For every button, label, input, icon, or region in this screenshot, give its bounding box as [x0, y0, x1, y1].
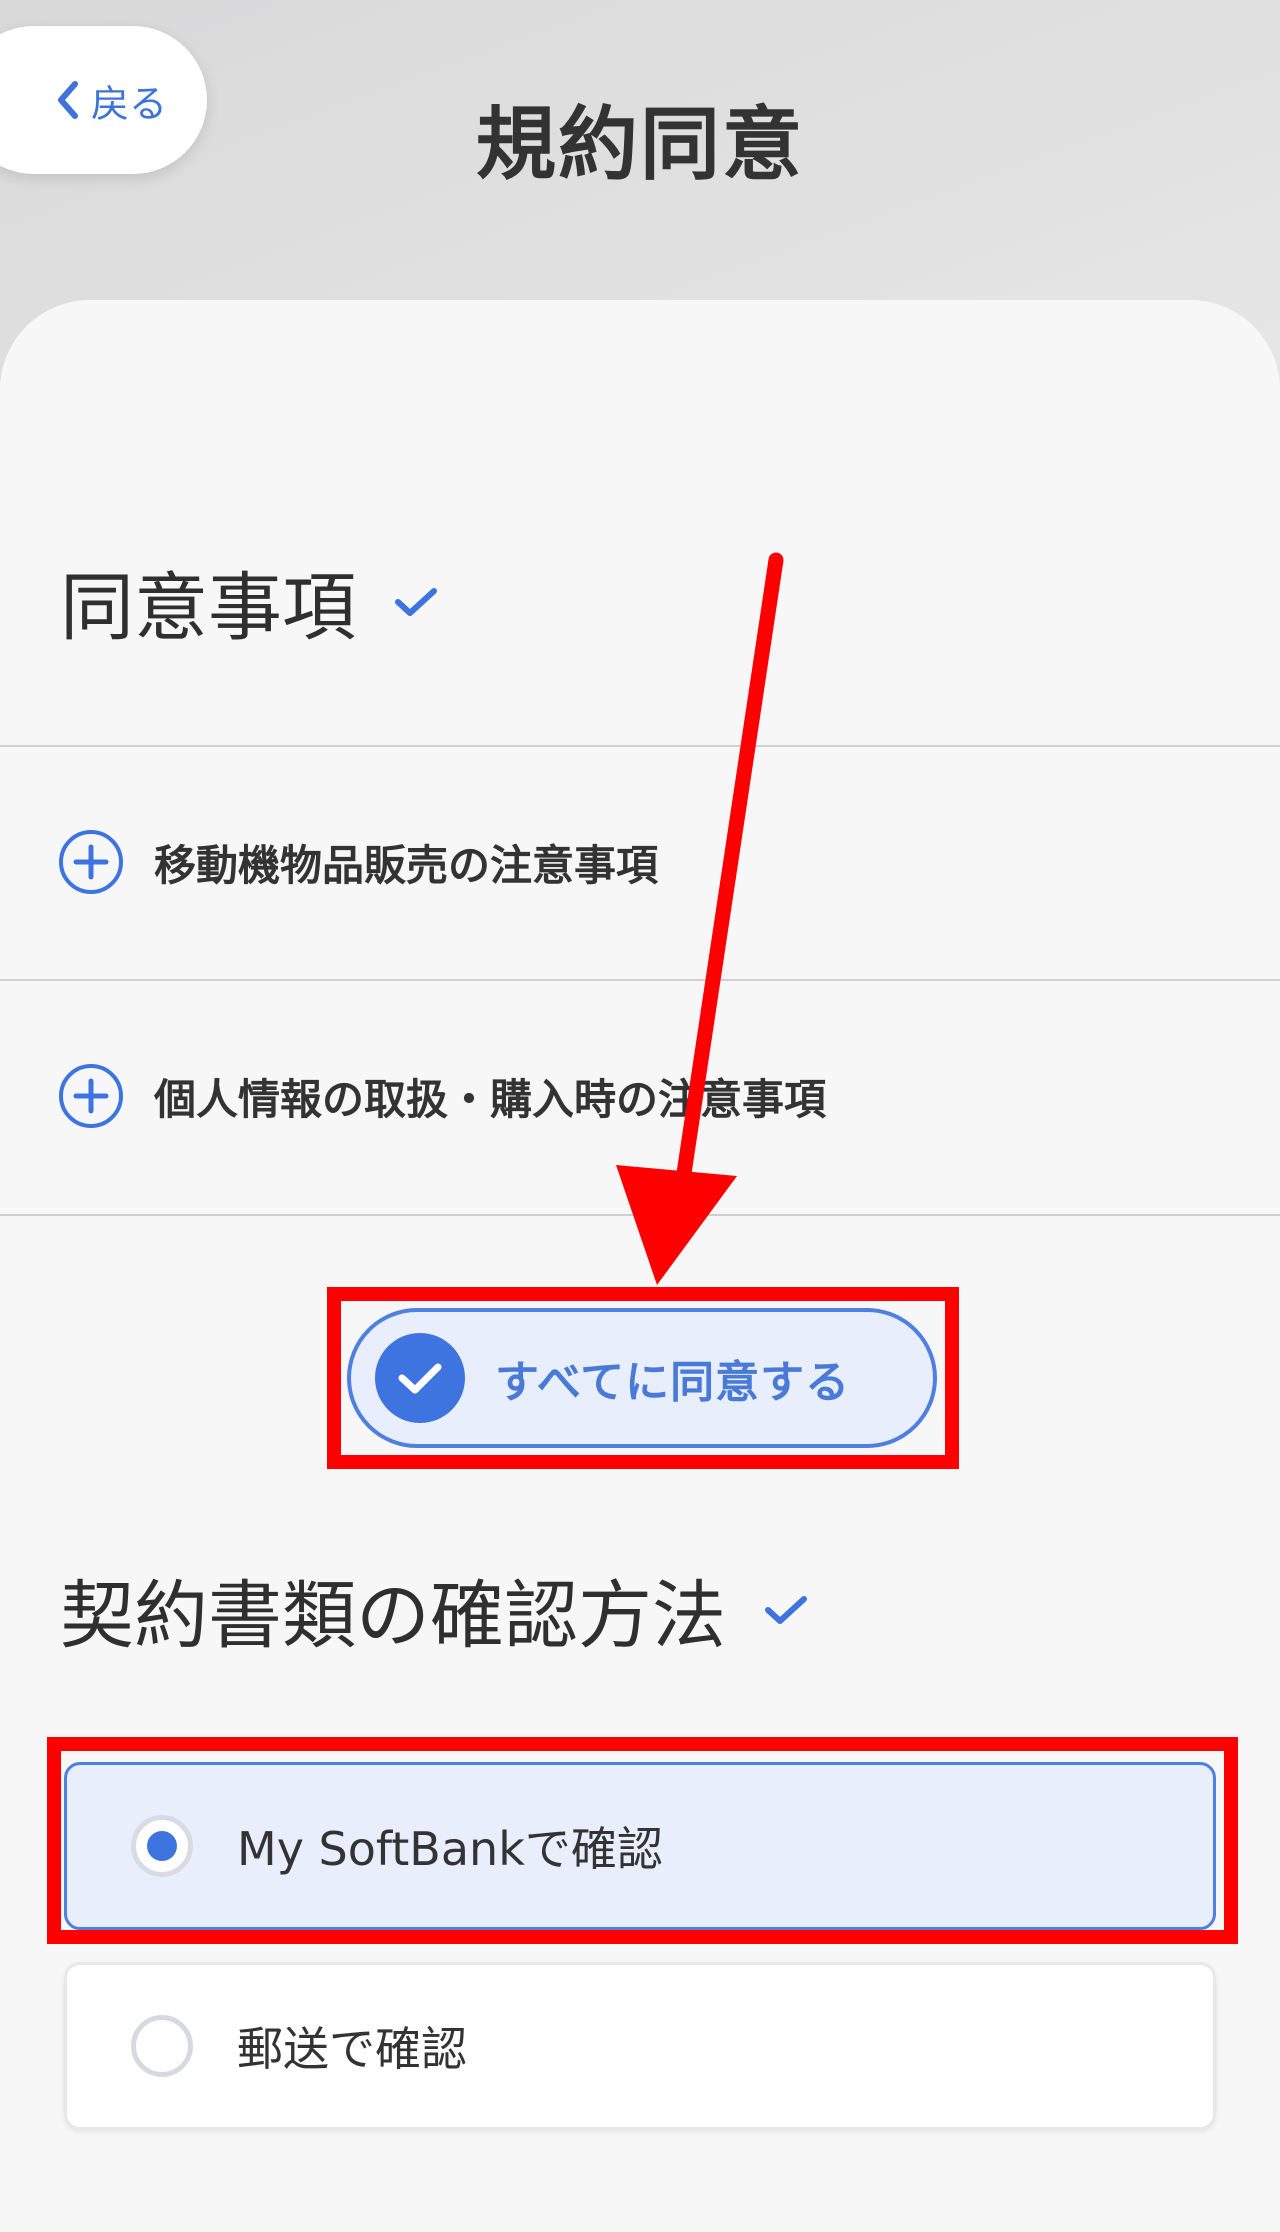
accordion-item-privacy[interactable]: 個人情報の取扱・購入時の注意事項: [58, 1063, 826, 1129]
documents-title-label: 契約書類の確認方法: [60, 1573, 726, 1659]
option-label: 郵送で確認: [237, 2022, 467, 2076]
option-mail[interactable]: 郵送で確認: [64, 1962, 1216, 2130]
radio-icon[interactable]: [131, 2015, 193, 2077]
divider: [0, 979, 1280, 981]
divider: [0, 1214, 1280, 1216]
plus-circle-icon: [59, 1064, 123, 1128]
consent-section-title: 同意事項: [60, 548, 438, 655]
check-icon: [765, 1595, 807, 1624]
divider: [0, 745, 1280, 747]
annotation-highlight-box: [327, 1287, 959, 1469]
accordion-item-device-sales[interactable]: 移動機物品販売の注意事項: [58, 829, 658, 895]
header: 戻る 規約同意: [0, 0, 1280, 300]
accordion-label: 個人情報の取扱・購入時の注意事項: [154, 1074, 827, 1124]
documents-section-title: 契約書類の確認方法: [60, 1556, 808, 1663]
consent-title-label: 同意事項: [60, 565, 356, 651]
check-icon: [395, 587, 437, 616]
plus-circle-icon: [59, 830, 123, 894]
page-title: 規約同意: [476, 98, 804, 191]
annotation-highlight-box: [47, 1737, 1238, 1944]
accordion-label: 移動機物品販売の注意事項: [154, 840, 659, 890]
